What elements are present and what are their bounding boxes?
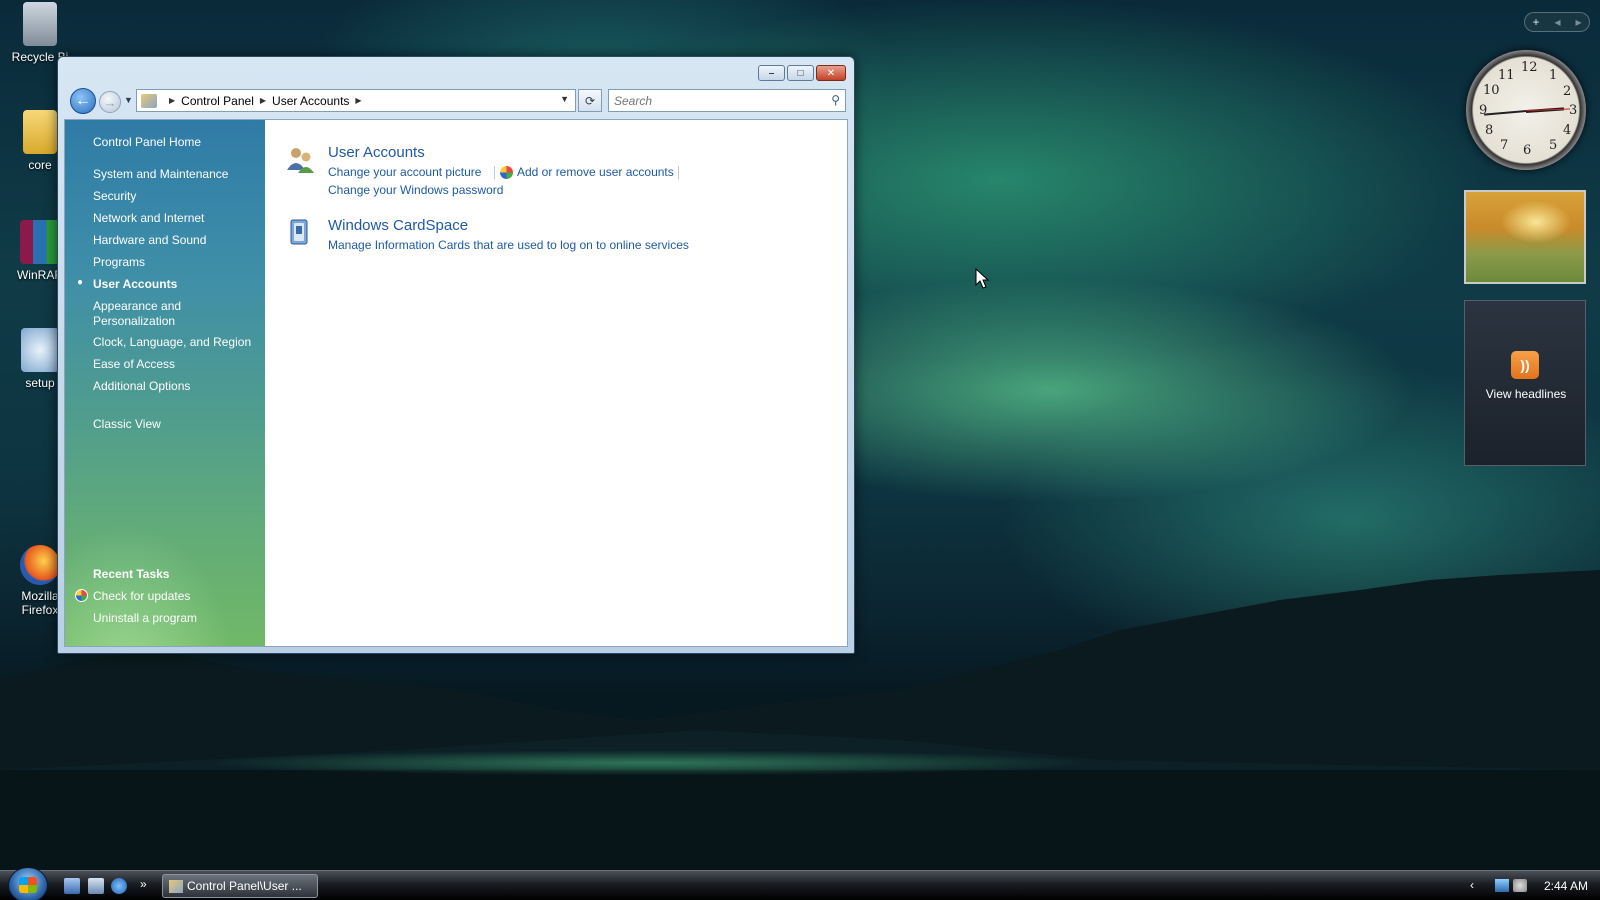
switch-windows-icon[interactable] bbox=[88, 878, 104, 894]
folder-icon bbox=[23, 110, 57, 154]
clock-number: 8 bbox=[1485, 123, 1494, 138]
main-panel: User Accounts Change your account pictur… bbox=[265, 120, 847, 646]
navigation-bar: ← → ▼ ▶ Control Panel ▶ User Accounts ▶ … bbox=[64, 87, 848, 117]
lake-reflection bbox=[200, 750, 1100, 776]
breadcrumb-control-panel[interactable]: Control Panel bbox=[181, 94, 254, 108]
shield-icon bbox=[500, 166, 513, 179]
sidebar-item-user-accounts[interactable]: User Accounts bbox=[93, 277, 177, 291]
control-panel-window: – □ ✕ ← → ▼ ▶ Control Panel ▶ User Accou… bbox=[57, 56, 855, 654]
close-button[interactable]: ✕ bbox=[816, 65, 846, 81]
windows-logo-icon bbox=[19, 877, 37, 893]
cardspace-icon bbox=[290, 219, 308, 245]
chevron-right-icon[interactable]: ▶ bbox=[260, 96, 266, 105]
user-accounts-icon bbox=[287, 148, 314, 173]
quick-launch-more-icon[interactable]: » bbox=[140, 877, 147, 891]
shield-icon bbox=[75, 589, 88, 602]
link-add-remove-user-accounts[interactable]: Add or remove user accounts bbox=[517, 165, 674, 179]
forward-button[interactable]: → bbox=[99, 91, 121, 113]
sidebar-item-system-and-maintenance[interactable]: System and Maintenance bbox=[93, 167, 228, 181]
feed-headlines-gadget[interactable]: )) View headlines bbox=[1464, 300, 1586, 466]
sidebar-item-classic-view[interactable]: Classic View bbox=[93, 417, 161, 431]
sidebar-item-security[interactable]: Security bbox=[93, 189, 136, 203]
view-headlines-link[interactable]: View headlines bbox=[1465, 387, 1587, 401]
taskbar-button-control-panel[interactable]: Control Panel\User ... bbox=[162, 874, 318, 898]
control-panel-icon bbox=[169, 880, 183, 893]
rss-icon: )) bbox=[1511, 351, 1539, 379]
clock-number: 12 bbox=[1521, 60, 1538, 75]
taskbar: » Control Panel\User ... ‹ 2:44 AM bbox=[0, 867, 1600, 900]
next-gadgets-icon[interactable]: ▸ bbox=[1575, 15, 1581, 29]
minimize-button[interactable]: – bbox=[758, 65, 785, 81]
active-bullet-icon: ● bbox=[77, 277, 84, 288]
show-desktop-icon[interactable] bbox=[64, 878, 80, 894]
clock-number: 10 bbox=[1483, 83, 1500, 98]
link-manage-information-cards[interactable]: Manage Information Cards that are used t… bbox=[328, 238, 689, 252]
search-input[interactable] bbox=[609, 90, 809, 111]
link-separator bbox=[678, 166, 679, 179]
maximize-button[interactable]: □ bbox=[787, 65, 814, 81]
sidebar-item-network-and-internet[interactable]: Network and Internet bbox=[93, 211, 204, 225]
chevron-right-icon[interactable]: ▶ bbox=[355, 96, 361, 105]
add-gadget-icon[interactable]: + bbox=[1532, 15, 1539, 29]
clock-number: 1 bbox=[1549, 68, 1558, 83]
control-panel-icon bbox=[141, 93, 157, 108]
clock-number: 7 bbox=[1500, 138, 1509, 153]
clock-number: 3 bbox=[1569, 103, 1578, 118]
clock-gadget[interactable]: 12 1 2 3 4 5 6 7 8 9 10 11 bbox=[1466, 50, 1586, 170]
clock-minute-hand bbox=[1484, 110, 1527, 116]
taskbar-clock[interactable]: 2:44 AM bbox=[1544, 879, 1588, 893]
recent-pages-dropdown[interactable]: ▼ bbox=[124, 95, 133, 105]
network-icon[interactable] bbox=[1495, 879, 1509, 892]
clock-number: 5 bbox=[1549, 138, 1558, 153]
chevron-right-icon[interactable]: ▶ bbox=[169, 96, 175, 105]
volume-muted-icon[interactable] bbox=[1513, 879, 1527, 892]
content-area: Control Panel Home System and Maintenanc… bbox=[64, 119, 848, 647]
recent-task-check-for-updates[interactable]: Check for updates bbox=[93, 589, 190, 603]
title-bar[interactable]: – □ ✕ bbox=[58, 57, 854, 87]
sidebar-item-control-panel-home[interactable]: Control Panel Home bbox=[93, 135, 201, 149]
category-title-user-accounts[interactable]: User Accounts bbox=[328, 144, 425, 161]
address-dropdown-icon[interactable]: ▼ bbox=[560, 94, 569, 104]
gadget-controls: + ◂ ▸ bbox=[1524, 12, 1590, 32]
link-change-windows-password[interactable]: Change your Windows password bbox=[328, 183, 503, 197]
show-hidden-icons-icon[interactable]: ‹ bbox=[1470, 878, 1474, 892]
search-icon[interactable]: ⚲ bbox=[831, 93, 840, 107]
clock-number: 6 bbox=[1523, 143, 1532, 158]
firefox-icon bbox=[20, 545, 60, 585]
sidebar-item-appearance[interactable]: Appearance and bbox=[93, 299, 181, 313]
refresh-button[interactable]: ⟳ bbox=[578, 89, 602, 112]
winrar-icon bbox=[20, 220, 60, 264]
sidebar-item-ease-of-access[interactable]: Ease of Access bbox=[93, 357, 175, 371]
task-pane: Control Panel Home System and Maintenanc… bbox=[65, 120, 265, 646]
recent-tasks-heading: Recent Tasks bbox=[93, 567, 170, 581]
sidebar-item-additional-options[interactable]: Additional Options bbox=[93, 379, 190, 393]
mouse-cursor-icon bbox=[975, 268, 990, 289]
internet-explorer-icon[interactable] bbox=[111, 878, 127, 894]
sidebar-item-clock-language-region[interactable]: Clock, Language, and Region bbox=[93, 335, 251, 349]
start-button[interactable] bbox=[8, 867, 48, 900]
clock-number: 11 bbox=[1498, 68, 1515, 83]
slideshow-gadget[interactable] bbox=[1464, 190, 1586, 284]
link-separator bbox=[494, 166, 495, 179]
breadcrumb-user-accounts[interactable]: User Accounts bbox=[272, 94, 349, 108]
system-tray: ‹ 2:44 AM bbox=[1450, 871, 1600, 900]
setup-icon bbox=[21, 328, 59, 372]
sidebar-item-personalization[interactable]: Personalization bbox=[93, 314, 175, 328]
desktop-icon-recycle-bin[interactable]: Recycle Bi bbox=[4, 2, 76, 64]
clock-number: 9 bbox=[1479, 103, 1488, 118]
sidebar-item-programs[interactable]: Programs bbox=[93, 255, 145, 269]
back-button[interactable]: ← bbox=[70, 88, 96, 114]
recent-task-uninstall-program[interactable]: Uninstall a program bbox=[93, 611, 197, 625]
category-title-windows-cardspace[interactable]: Windows CardSpace bbox=[328, 217, 468, 234]
search-box: ⚲ bbox=[608, 89, 846, 112]
previous-gadgets-icon[interactable]: ◂ bbox=[1554, 15, 1560, 29]
link-change-account-picture[interactable]: Change your account picture bbox=[328, 165, 481, 179]
clock-number: 4 bbox=[1563, 123, 1572, 138]
clock-number: 2 bbox=[1563, 84, 1572, 99]
sidebar-item-hardware-and-sound[interactable]: Hardware and Sound bbox=[93, 233, 206, 247]
address-bar[interactable]: ▶ Control Panel ▶ User Accounts ▶ ▼ bbox=[136, 89, 576, 112]
taskbar-button-label: Control Panel\User ... bbox=[187, 879, 302, 893]
recycle-bin-icon bbox=[23, 2, 57, 46]
